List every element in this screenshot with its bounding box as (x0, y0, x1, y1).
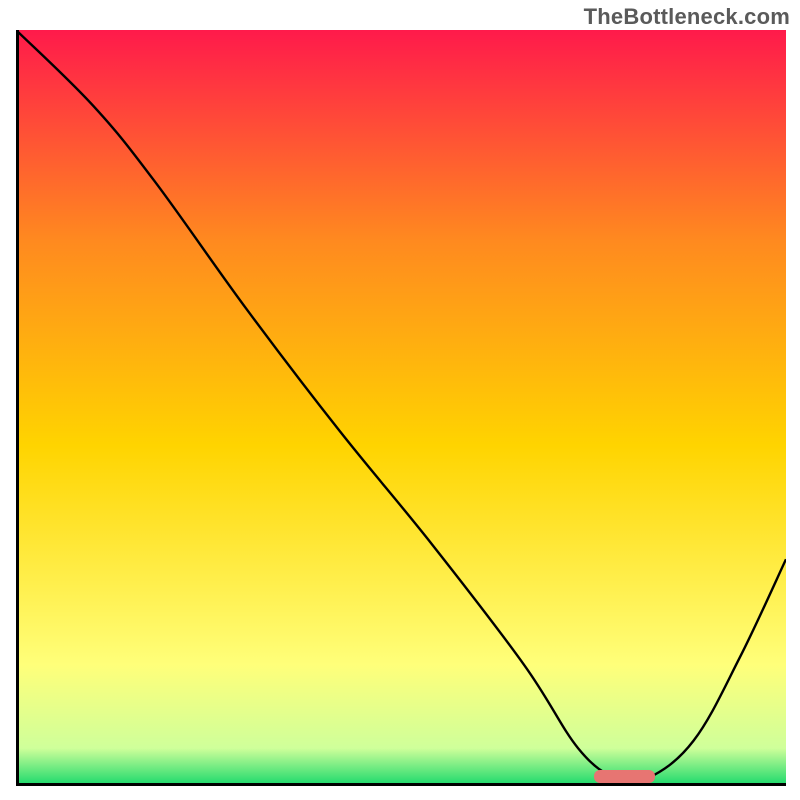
chart-background (16, 30, 786, 786)
optimal-range-marker (594, 770, 656, 783)
chart-plot-area (16, 30, 786, 786)
chart-svg (16, 30, 786, 786)
x-axis (16, 783, 786, 786)
watermark-text: TheBottleneck.com (584, 4, 790, 30)
y-axis (16, 30, 19, 786)
